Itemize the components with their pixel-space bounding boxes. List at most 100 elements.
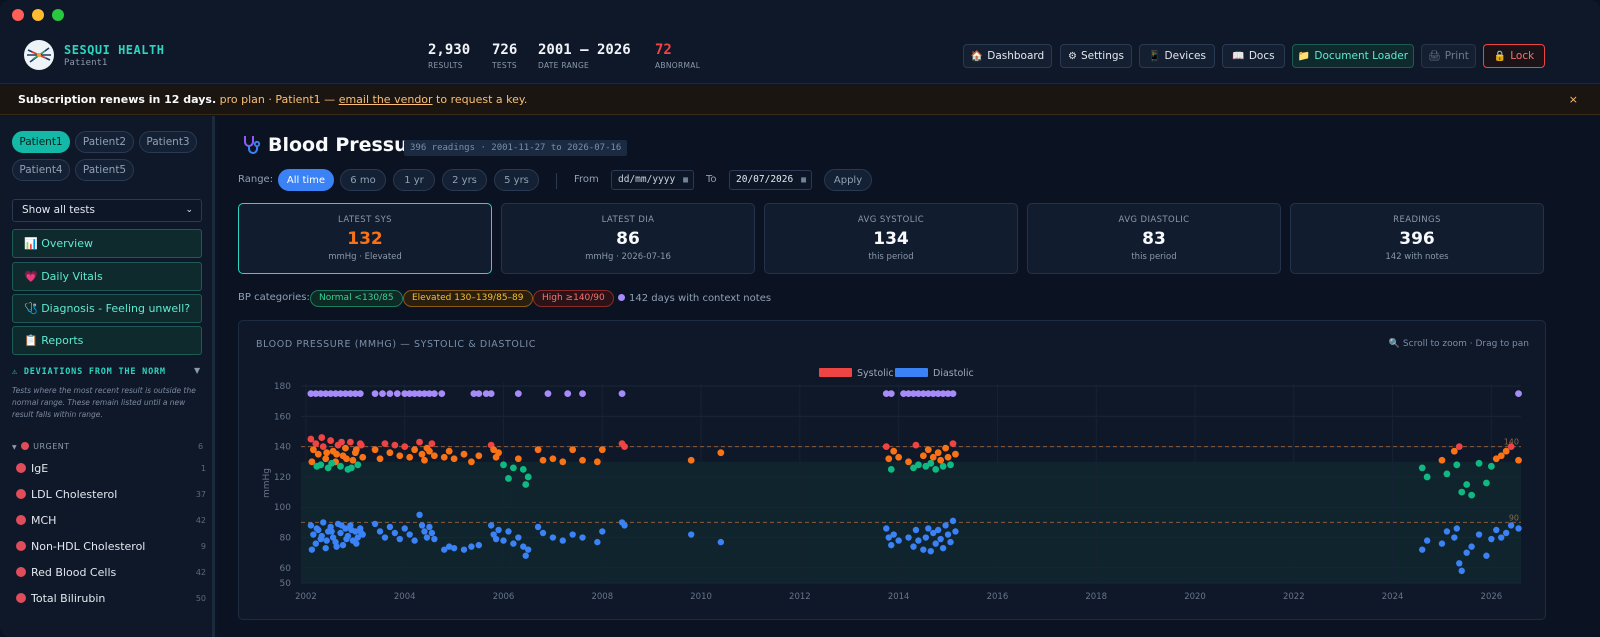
settings-button[interactable]: ⚙ Settings (1060, 44, 1132, 68)
diastolic-point (525, 546, 532, 553)
stat-date-range: 2001 – 2026 DATE RANGE (538, 42, 631, 70)
diastolic-point (915, 537, 922, 544)
systolic-point (334, 441, 342, 449)
nav-label: Overview (41, 237, 93, 250)
to-date-input[interactable]: 20/07/2026 ▦ (729, 170, 812, 190)
patient-tab-4[interactable]: Patient4 (12, 159, 70, 181)
systolic-point (1492, 455, 1500, 463)
folder-icon: 📁 (1297, 50, 1311, 62)
diastolic-point (920, 546, 927, 553)
systolic-point (1468, 491, 1476, 499)
nav-overview[interactable]: 📊 Overview (12, 229, 202, 258)
range-5-yrs[interactable]: 5 yrs (494, 169, 539, 191)
close-icon[interactable]: × (1569, 85, 1578, 115)
devices-button[interactable]: 📱 Devices (1139, 44, 1215, 68)
diastolic-point (371, 520, 379, 528)
nav-reports[interactable]: 📋 Reports (12, 326, 202, 355)
dashboard-button[interactable]: 🏠 Dashboard (963, 44, 1052, 68)
close-window-button[interactable] (12, 9, 24, 21)
diastolic-point (315, 526, 322, 534)
app-header: SESQUI HEALTH Patient1 2,930 RESULTS 726… (0, 30, 1600, 84)
stat-tests: 726 TESTS (492, 42, 517, 70)
range-6-mo[interactable]: 6 mo (340, 169, 386, 191)
deviation-item-bilirubin[interactable]: Total Bilirubin 50 (16, 589, 206, 609)
legend-label-systolic: Systolic (857, 368, 894, 379)
systolic-point (1475, 459, 1483, 467)
bp-chart-panel[interactable]: BLOOD PRESSURE (MMHG) — SYSTOLIC & DIAST… (238, 320, 1546, 620)
context-note-marker (371, 390, 379, 398)
diastolic-point (322, 544, 329, 552)
print-button[interactable]: 🖨 Print (1421, 44, 1476, 68)
context-note-marker (386, 390, 394, 398)
urgent-dot-icon (16, 463, 26, 473)
systolic-point (319, 443, 327, 451)
systolic-point (944, 453, 952, 461)
systolic-point (354, 461, 362, 469)
systolic-point (598, 446, 606, 454)
systolic-point (391, 441, 399, 449)
diastolic-point (1456, 560, 1463, 567)
systolic-point (519, 465, 527, 473)
diastolic-point (621, 522, 628, 529)
button-label: Print (1444, 50, 1469, 62)
group-label: URGENT (33, 442, 70, 451)
minimize-window-button[interactable] (32, 9, 44, 21)
systolic-point (381, 440, 389, 448)
patient-tab-2[interactable]: Patient2 (75, 131, 134, 153)
clipboard-icon: 📋 (24, 334, 38, 347)
deviations-heading[interactable]: ⚠ DEVIATIONS FROM THE NORM (12, 367, 166, 377)
diastolic-point (505, 528, 512, 535)
collapse-icon[interactable]: ▼ (194, 366, 200, 375)
systolic-point (468, 458, 475, 466)
deviation-item-rbc[interactable]: Red Blood Cells 42 (16, 563, 206, 583)
document-loader-button[interactable]: 📁 Document Loader (1292, 44, 1414, 68)
systolic-point (426, 447, 433, 455)
diastolic-point (1419, 546, 1426, 553)
diastolic-point (942, 522, 949, 529)
range-1-yr[interactable]: 1 yr (393, 169, 435, 191)
diastolic-point (539, 529, 547, 537)
deviation-item-ige[interactable]: IgE 1 (16, 459, 206, 479)
nav-label: Daily Vitals (41, 270, 103, 283)
diastolic-point (308, 546, 316, 553)
systolic-point (717, 449, 725, 457)
systolic-point (421, 456, 428, 464)
systolic-point (549, 455, 557, 463)
deviation-item-ldl[interactable]: LDL Cholesterol 37 (16, 485, 206, 505)
from-date-input[interactable]: dd/mm/yyyy ▦ (611, 170, 694, 190)
diastolic-point (1475, 531, 1483, 538)
context-note-marker (618, 390, 626, 398)
nav-daily-vitals[interactable]: 💗 Daily Vitals (12, 262, 202, 291)
email-vendor-link[interactable]: email the vendor (339, 93, 433, 106)
patient-tab-5[interactable]: Patient5 (75, 159, 134, 181)
lock-button[interactable]: 🔒 Lock (1483, 44, 1545, 68)
systolic-point (1423, 473, 1431, 481)
bp-scatter-chart[interactable]: 50 60 80 100 120 140 160 180 2002 2004 2006 2008 201… (239, 321, 1546, 620)
docs-button[interactable]: 📖 Docs (1222, 44, 1285, 68)
urgent-group-header[interactable]: ▼ URGENT (12, 442, 70, 451)
x-tick-label: 2020 (1184, 592, 1206, 602)
range-all-time[interactable]: All time (278, 169, 334, 191)
diastolic-point (1438, 540, 1446, 547)
context-note-marker (949, 390, 957, 398)
apply-button[interactable]: Apply (824, 169, 872, 191)
systolic-point (1507, 443, 1515, 451)
systolic-point (524, 473, 532, 481)
context-note-marker (337, 390, 344, 398)
context-note-marker (406, 390, 414, 398)
context-notes-info: 142 days with context notes (618, 293, 771, 304)
systolic-point (445, 447, 453, 455)
deviation-item-non-hdl[interactable]: Non-HDL Cholesterol 9 (16, 537, 206, 557)
deviation-item-mch[interactable]: MCH 42 (16, 511, 206, 531)
maximize-window-button[interactable] (52, 9, 64, 21)
systolic-point (495, 449, 502, 457)
diastolic-point (332, 538, 339, 546)
test-filter-select[interactable]: Show all tests ⌄ (12, 199, 202, 222)
deviations-note: Tests where the most recent result is ou… (12, 386, 196, 419)
range-2-yrs[interactable]: 2 yrs (442, 169, 487, 191)
diastolic-point (500, 537, 507, 544)
patient-tab-3[interactable]: Patient3 (139, 131, 197, 153)
diastolic-point (895, 537, 902, 544)
patient-tab-1[interactable]: Patient1 (12, 131, 70, 153)
nav-diagnosis[interactable]: 🩺 Diagnosis - Feeling unwell? (12, 294, 202, 323)
